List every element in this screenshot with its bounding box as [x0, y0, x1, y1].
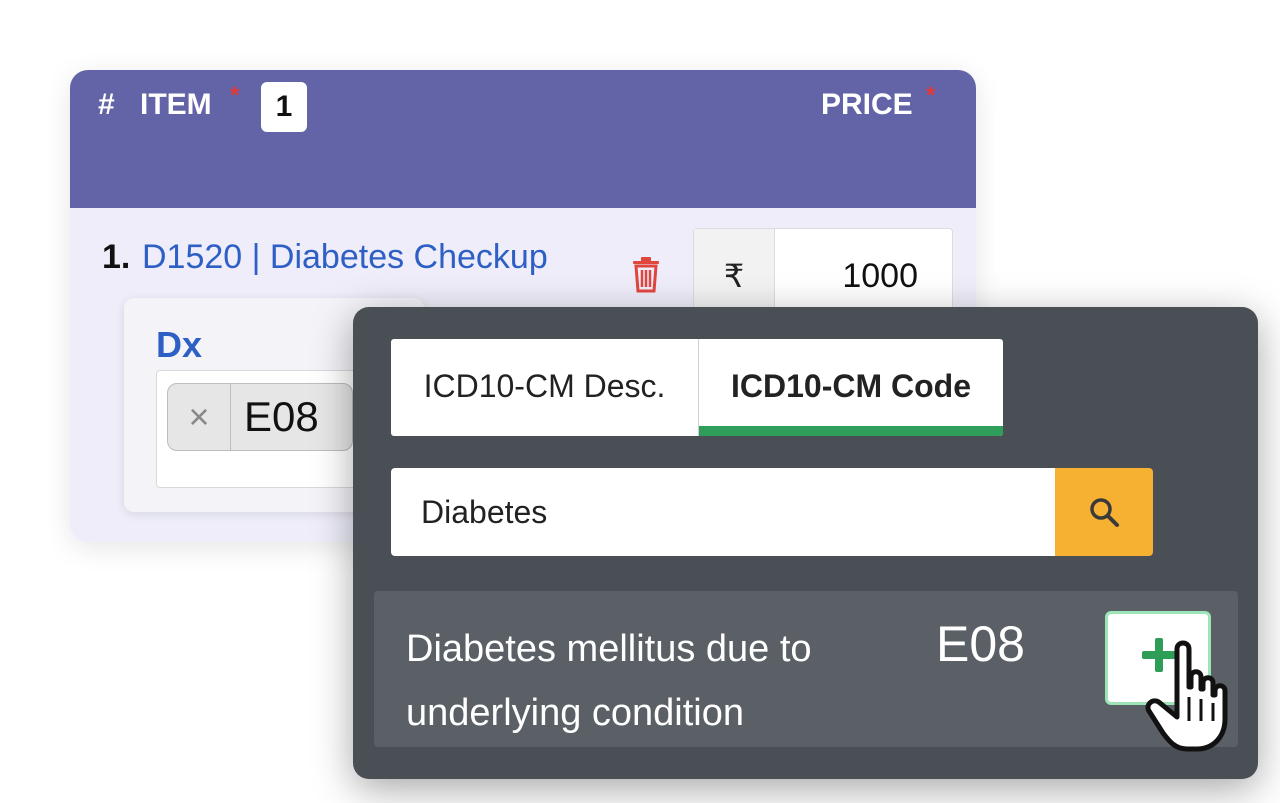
hand-cursor-icon [1145, 640, 1228, 752]
result-code: E08 [936, 616, 1025, 672]
search-icon [1090, 498, 1119, 527]
icd10-search-popup: ICD10-CM Desc. ICD10-CM Code Diabetes me… [353, 307, 1258, 779]
column-price-header: PRICE [821, 88, 913, 121]
trash-icon[interactable] [631, 257, 661, 293]
tab-icd10-desc[interactable]: ICD10-CM Desc. [391, 339, 699, 436]
search-mode-tabs: ICD10-CM Desc. ICD10-CM Code [391, 339, 1003, 436]
required-marker: * [926, 82, 936, 109]
currency-symbol: ₹ [694, 229, 775, 319]
tab-icd10-code[interactable]: ICD10-CM Code [699, 339, 1003, 436]
diagnosis-tag: × E08 [167, 383, 353, 451]
item-count-badge: 1 [261, 82, 307, 132]
diagnosis-tag-code: E08 [244, 393, 319, 440]
search-result-row: Diabetes mellitus due to underlying cond… [374, 591, 1238, 747]
column-number-header: # [98, 88, 115, 121]
item-link[interactable]: D1520 | Diabetes Checkup [142, 238, 548, 277]
close-icon[interactable]: × [168, 384, 231, 450]
table-header: # ITEM * 1 PRICE * [70, 70, 976, 208]
row-number: 1. [102, 238, 131, 276]
diagnosis-label: Dx [156, 324, 203, 365]
result-description: Diabetes mellitus due to underlying cond… [406, 628, 812, 734]
search-input[interactable] [391, 468, 1055, 556]
column-item-header: ITEM [140, 88, 212, 121]
required-marker: * [230, 82, 240, 109]
search-button[interactable] [1055, 468, 1153, 556]
price-value[interactable]: 1000 [842, 257, 918, 296]
